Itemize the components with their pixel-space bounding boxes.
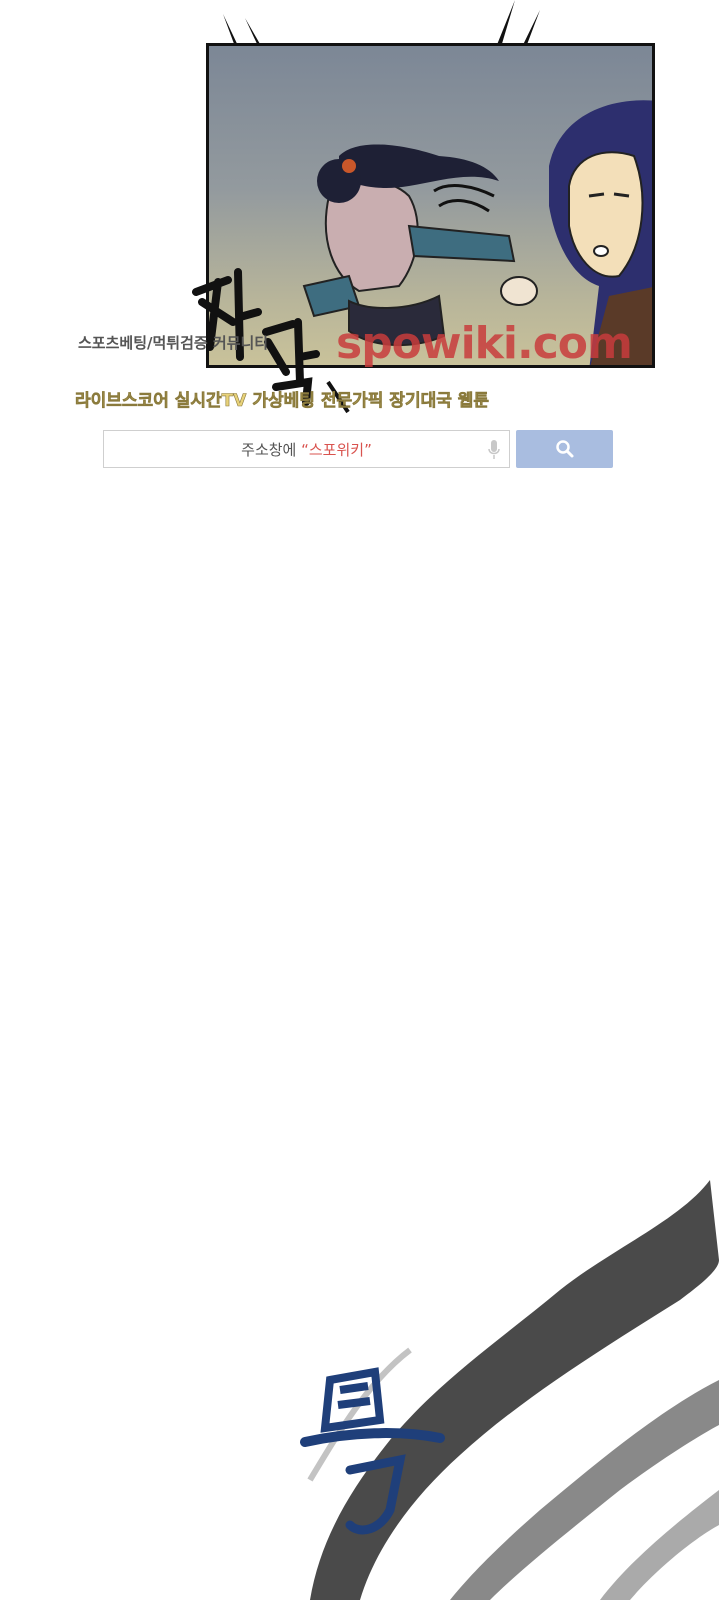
search-hint-prefix: 주소창에 [241, 440, 302, 459]
search-input[interactable]: 주소창에 “스포위키” [103, 430, 510, 468]
watermark-services: 라이브스코어 실시간TV 가상베팅 전문가픽 장기대국 웹툰 [75, 391, 490, 412]
search-hint: 주소창에 “스포위키” [241, 439, 372, 460]
microphone-icon[interactable] [487, 439, 501, 461]
search-button[interactable] [516, 430, 613, 468]
watermark-logo: spowiki.com [336, 318, 633, 369]
search-hint-keyword: “스포위키” [301, 440, 372, 459]
watermark-tagline: 스포츠베팅/먹튀검증 커뮤니티 [78, 334, 269, 352]
ink-brush-art [300, 1180, 719, 1600]
search-icon [555, 440, 573, 458]
